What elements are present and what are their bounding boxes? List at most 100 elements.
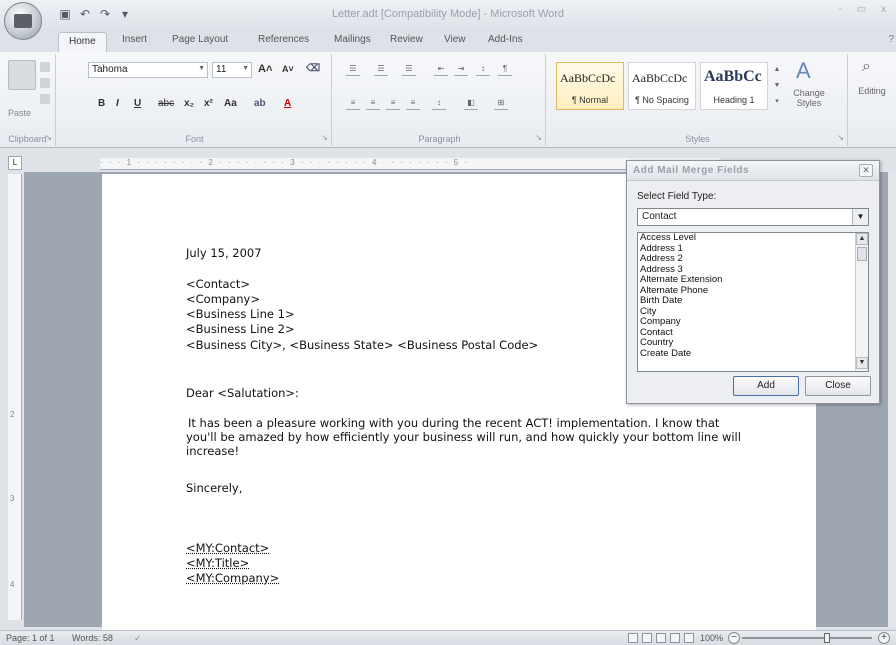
scroll-thumb[interactable] (857, 247, 867, 261)
align-right-icon[interactable]: ≡ (386, 98, 400, 110)
salutation[interactable]: Dear <Salutation>: (186, 386, 299, 400)
cut-icon[interactable] (40, 62, 50, 72)
subscript-button[interactable]: x₂ (184, 98, 194, 109)
list-scrollbar[interactable]: ▲ ▼ (855, 233, 868, 371)
tab-mailings[interactable]: Mailings (334, 34, 371, 45)
list-item[interactable]: Country (638, 337, 868, 349)
full-screen-icon[interactable] (642, 633, 652, 643)
signature-line[interactable]: <MY:Title> (186, 556, 249, 570)
tab-review[interactable]: Review (390, 34, 423, 45)
paste-button[interactable]: Paste (8, 108, 31, 118)
italic-button[interactable]: I (116, 98, 119, 109)
closing[interactable]: Sincerely, (186, 481, 242, 495)
borders-icon[interactable]: ⊞ (494, 98, 508, 110)
bullets-icon[interactable]: ☰ (346, 64, 360, 76)
list-item[interactable]: Alternate Extension (638, 274, 868, 286)
dialog-title-bar[interactable]: Add Mail Merge Fields ✕ (627, 161, 879, 181)
signature-line[interactable]: <MY:Contact> (186, 541, 269, 555)
clear-formatting-icon[interactable]: ⌫ (306, 63, 320, 74)
copy-icon[interactable] (40, 78, 50, 88)
tab-home[interactable]: Home (58, 32, 107, 52)
tab-insert[interactable]: Insert (122, 34, 147, 45)
font-size-combo[interactable]: 11 ▼ (212, 62, 252, 78)
page-count[interactable]: Page: 1 of 1 (6, 633, 55, 643)
chevron-down-icon[interactable]: ▼ (852, 209, 868, 225)
zoom-out-icon[interactable]: − (728, 632, 740, 644)
list-item[interactable]: Address 2 (638, 253, 868, 265)
fields-list[interactable]: Access Level Address 1 Address 2 Address… (637, 232, 869, 372)
highlight-icon[interactable]: ab (254, 98, 266, 109)
help-icon[interactable]: ? (888, 34, 894, 45)
align-left-icon[interactable]: ≡ (346, 98, 360, 110)
field-type-select[interactable]: Contact ▼ (637, 208, 869, 226)
print-layout-icon[interactable] (628, 633, 638, 643)
signature-line[interactable]: <MY:Company> (186, 571, 279, 585)
shading-icon[interactable]: ◧ (464, 98, 478, 110)
vertical-ruler[interactable]: 2 3 4 (8, 174, 22, 620)
increase-indent-icon[interactable]: ⇥ (454, 64, 468, 76)
tab-selector-icon[interactable]: L (8, 156, 22, 170)
bold-button[interactable]: B (98, 98, 105, 109)
document-scrollbar[interactable] (888, 172, 896, 627)
change-case-button[interactable]: Aa (224, 98, 237, 109)
list-item[interactable]: Birth Date (638, 295, 868, 307)
list-item[interactable]: Create Date (638, 348, 868, 360)
tab-add-ins[interactable]: Add-Ins (488, 34, 522, 45)
web-layout-icon[interactable] (656, 633, 666, 643)
style-no-spacing[interactable]: AaBbCcDc ¶ No Spacing (628, 62, 696, 110)
zoom-in-icon[interactable]: + (878, 632, 890, 644)
strikethrough-button[interactable]: abc (158, 98, 174, 109)
zoom-slider[interactable] (742, 633, 872, 643)
paragraph-launcher-icon[interactable]: ↘ (535, 133, 542, 142)
scroll-up-icon[interactable]: ▲ (856, 233, 868, 245)
add-button[interactable]: Add (733, 376, 799, 396)
sort-icon[interactable]: ↕ (476, 64, 490, 76)
outline-icon[interactable] (670, 633, 680, 643)
find-binoculars-icon[interactable]: ⌕ (862, 58, 871, 76)
address-line[interactable]: <Business City>, <Business State> <Busin… (186, 338, 538, 352)
font-color-icon[interactable]: A (284, 98, 291, 109)
align-center-icon[interactable]: ≡ (366, 98, 380, 110)
shrink-font-icon[interactable]: A˅ (282, 64, 294, 74)
style-normal[interactable]: AaBbCcDc ¶ Normal (556, 62, 624, 110)
word-count[interactable]: Words: 58 (72, 633, 113, 643)
list-item[interactable]: Company (638, 316, 868, 328)
zoom-level[interactable]: 100% (700, 633, 723, 643)
list-item[interactable]: Access Level (638, 233, 868, 244)
letter-body[interactable]: It has been a pleasure working with you … (186, 416, 746, 458)
grow-font-icon[interactable]: A˄ (258, 63, 272, 75)
multilevel-list-icon[interactable]: ☰ (402, 64, 416, 76)
draft-icon[interactable] (684, 633, 694, 643)
office-button[interactable] (4, 2, 42, 40)
change-styles-button[interactable]: Change Styles (786, 88, 832, 108)
editing-button[interactable]: Editing (850, 86, 894, 96)
zoom-slider-thumb[interactable] (824, 633, 830, 643)
show-marks-icon[interactable]: ¶ (498, 64, 512, 76)
underline-button[interactable]: U (134, 98, 141, 109)
scroll-down-icon[interactable]: ▼ (856, 357, 868, 369)
numbering-icon[interactable]: ☰ (374, 64, 388, 76)
font-name-combo[interactable]: Tahoma ▼ (88, 62, 208, 78)
justify-icon[interactable]: ≡ (406, 98, 420, 110)
close-button[interactable]: Close (805, 376, 871, 396)
line-spacing-icon[interactable]: ↕ (432, 98, 446, 110)
paste-icon[interactable] (8, 60, 36, 90)
close-icon[interactable]: ✕ (859, 164, 873, 177)
address-line[interactable]: <Business Line 2> (186, 322, 295, 336)
tab-references[interactable]: References (258, 34, 309, 45)
styles-launcher-icon[interactable]: ↘ (837, 133, 844, 142)
tab-view[interactable]: View (444, 34, 466, 45)
clipboard-launcher-icon[interactable]: ↘ (45, 133, 52, 142)
change-styles-icon[interactable]: A (796, 58, 811, 84)
letter-date[interactable]: July 15, 2007 (186, 246, 262, 260)
proofing-icon[interactable]: ✓ (134, 633, 142, 644)
address-line[interactable]: <Contact> (186, 277, 250, 291)
tab-page-layout[interactable]: Page Layout (172, 34, 228, 45)
superscript-button[interactable]: x² (204, 98, 213, 109)
window-controls[interactable]: - ▭ x (839, 4, 892, 15)
address-line[interactable]: <Business Line 1> (186, 307, 295, 321)
styles-scroll-icon[interactable]: ▲ ▼ ▾ (772, 62, 782, 110)
font-launcher-icon[interactable]: ↘ (321, 133, 328, 142)
style-heading-1[interactable]: AaBbCc Heading 1 (700, 62, 768, 110)
format-painter-icon[interactable] (40, 94, 50, 104)
